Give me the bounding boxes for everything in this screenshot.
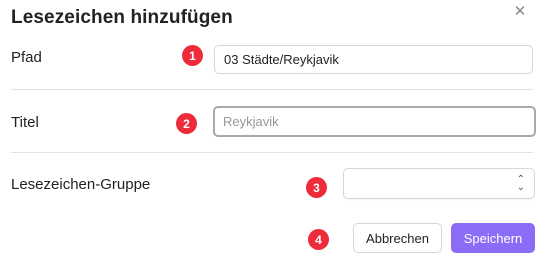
- group-select[interactable]: ⌃ ⌄: [343, 168, 535, 199]
- step-badge-1: 1: [182, 45, 203, 66]
- group-label: Lesezeichen-Gruppe: [11, 176, 151, 193]
- chevron-up-down-icon: ⌃ ⌄: [516, 173, 525, 193]
- title-label: Titel: [11, 114, 39, 131]
- divider: [11, 152, 533, 153]
- step-badge-3: 3: [306, 177, 327, 198]
- divider: [11, 89, 533, 90]
- cancel-button[interactable]: Abbrechen: [353, 223, 442, 253]
- add-bookmark-dialog: Lesezeichen hinzufügen ✕ Pfad 1 Titel 2 …: [0, 0, 544, 263]
- close-icon[interactable]: ✕: [509, 0, 531, 22]
- path-label: Pfad: [11, 49, 42, 66]
- step-badge-4: 4: [308, 229, 329, 250]
- step-badge-2: 2: [176, 113, 197, 134]
- save-button[interactable]: Speichern: [451, 223, 535, 253]
- dialog-title: Lesezeichen hinzufügen: [11, 7, 233, 28]
- path-input[interactable]: [214, 45, 533, 74]
- title-input[interactable]: [213, 106, 536, 137]
